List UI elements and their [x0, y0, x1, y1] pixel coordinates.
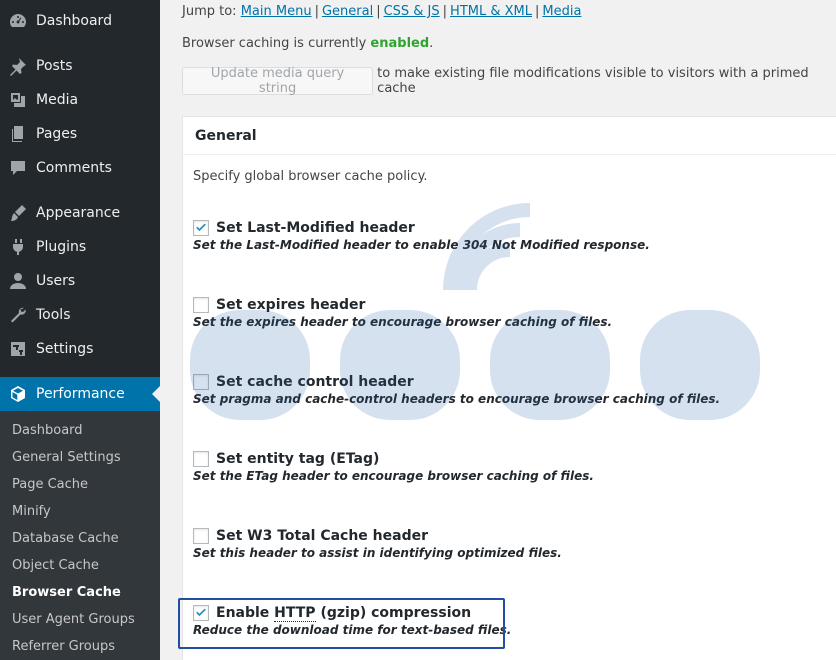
jump-link-media[interactable]: Media	[542, 4, 581, 19]
menu-item-media[interactable]: Media	[0, 83, 160, 117]
submenu-user-agent-groups[interactable]: User Agent Groups	[12, 610, 135, 630]
wrench-icon	[0, 305, 36, 325]
option-description: Set the expires header to encourage brow…	[193, 315, 613, 329]
jump-link-main-menu[interactable]: Main Menu	[241, 4, 312, 19]
option-description: Set this header to assist in identifying…	[193, 546, 562, 560]
pages-icon	[0, 124, 36, 144]
jump-separator: |	[535, 4, 540, 19]
option-title: Set cache control header	[216, 374, 414, 390]
option-cache-control: Set cache control header Set pragma and …	[193, 374, 720, 406]
option-title: Set Last-Modified header	[216, 220, 415, 236]
option-description: Set the ETag header to encourage browser…	[193, 469, 594, 483]
update-media-query-button[interactable]: Update media query string	[182, 66, 374, 96]
admin-sidebar: Dashboard Posts Media Pages Comments App…	[0, 0, 160, 660]
active-indicator	[152, 386, 160, 402]
jump-to-nav: Jump to: Main Menu | General | CSS & JS | HTML…	[182, 4, 581, 19]
menu-item-posts[interactable]: Posts	[0, 49, 160, 83]
option-title: Enable HTTP (gzip) compression	[216, 605, 472, 622]
main-content: Jump to: Main Menu | General | CSS & JS | HTML…	[160, 0, 836, 660]
expires-header-checkbox[interactable]	[193, 297, 209, 313]
panel-title: General	[183, 117, 836, 155]
comments-icon	[0, 158, 36, 178]
menu-label: Posts	[36, 58, 73, 74]
brush-icon	[0, 203, 36, 223]
w3tc-header-checkbox[interactable]	[193, 528, 209, 544]
media-query-row: Update media query string to make existi…	[182, 66, 836, 96]
cache-control-checkbox[interactable]	[193, 374, 209, 390]
dashboard-icon	[0, 11, 36, 31]
cube-icon	[0, 384, 36, 404]
option-last-modified: Set Last-Modified header Set the Last-Mo…	[193, 220, 650, 252]
menu-item-performance[interactable]: Performance	[0, 377, 160, 411]
option-description: Reduce the download time for text-based …	[193, 623, 512, 637]
jump-separator: |	[376, 4, 381, 19]
menu-item-appearance[interactable]: Appearance	[0, 196, 160, 230]
jump-link-html-xml[interactable]: HTML & XML	[450, 4, 532, 19]
checkmark-icon	[196, 608, 206, 617]
menu-item-settings[interactable]: Settings	[0, 332, 160, 366]
option-title: Set expires header	[216, 297, 366, 313]
http-abbr: HTTP	[274, 605, 316, 622]
submenu-browser-cache[interactable]: Browser Cache	[12, 583, 121, 603]
jump-separator: |	[314, 4, 319, 19]
last-modified-checkbox[interactable]	[193, 220, 209, 236]
menu-item-pages[interactable]: Pages	[0, 117, 160, 151]
option-title: Set entity tag (ETag)	[216, 451, 380, 467]
menu-label: Settings	[36, 341, 94, 357]
option-expires-header: Set expires header Set the expires heade…	[193, 297, 612, 329]
submenu-referrer-groups[interactable]: Referrer Groups	[12, 637, 115, 657]
menu-label: Appearance	[36, 205, 121, 221]
gzip-compression-checkbox[interactable]	[193, 605, 209, 621]
option-title: Set W3 Total Cache header	[216, 528, 429, 544]
menu-label: Users	[36, 273, 76, 289]
jump-link-general[interactable]: General	[322, 4, 373, 19]
menu-label: Plugins	[36, 239, 87, 255]
menu-label: Dashboard	[36, 13, 112, 29]
option-description: Set pragma and cache-control headers to …	[193, 392, 721, 406]
menu-item-plugins[interactable]: Plugins	[0, 230, 160, 264]
title-post: (gzip) compression	[315, 605, 472, 621]
submenu-minify[interactable]: Minify	[12, 502, 51, 522]
submenu-dashboard[interactable]: Dashboard	[12, 421, 83, 441]
menu-label: Media	[36, 92, 79, 108]
menu-item-comments[interactable]: Comments	[0, 151, 160, 185]
panel-description: Specify global browser cache policy.	[193, 169, 428, 184]
title-pre: Enable	[216, 605, 275, 621]
submenu-general-settings[interactable]: General Settings	[12, 448, 121, 468]
option-gzip-compression: Enable HTTP (gzip) compression Reduce th…	[193, 605, 511, 637]
menu-item-dashboard[interactable]: Dashboard	[0, 4, 160, 38]
pin-icon	[0, 56, 36, 76]
jump-prefix: Jump to:	[182, 4, 237, 19]
etag-checkbox[interactable]	[193, 451, 209, 467]
status-text: Browser caching is currently	[182, 36, 367, 51]
performance-submenu: Dashboard General Settings Page Cache Mi…	[0, 411, 160, 660]
option-description: Set the Last-Modified header to enable 3…	[193, 238, 650, 252]
media-query-help: to make existing file modifications visi…	[377, 66, 809, 96]
submenu-object-cache[interactable]: Object Cache	[12, 556, 99, 576]
user-icon	[0, 271, 36, 291]
plug-icon	[0, 237, 36, 257]
menu-item-users[interactable]: Users	[0, 264, 160, 298]
jump-separator: |	[442, 4, 448, 19]
general-panel: General Specify global browser cache pol…	[182, 116, 836, 660]
browser-cache-status: Browser caching is currently enabled.	[182, 36, 433, 51]
menu-label: Tools	[36, 307, 71, 323]
submenu-database-cache[interactable]: Database Cache	[12, 529, 119, 549]
option-w3tc-header: Set W3 Total Cache header Set this heade…	[193, 528, 562, 560]
menu-label: Comments	[36, 160, 112, 176]
jump-link-css-js[interactable]: CSS & JS	[384, 4, 440, 19]
status-end: .	[429, 36, 434, 51]
menu-item-tools[interactable]: Tools	[0, 298, 160, 332]
menu-label: Performance	[36, 386, 125, 402]
submenu-page-cache[interactable]: Page Cache	[12, 475, 88, 495]
media-icon	[0, 90, 36, 110]
checkmark-icon	[196, 223, 206, 232]
option-etag: Set entity tag (ETag) Set the ETag heade…	[193, 451, 594, 483]
status-value: enabled	[370, 36, 430, 51]
menu-label: Pages	[36, 126, 78, 142]
settings-icon	[0, 339, 36, 359]
